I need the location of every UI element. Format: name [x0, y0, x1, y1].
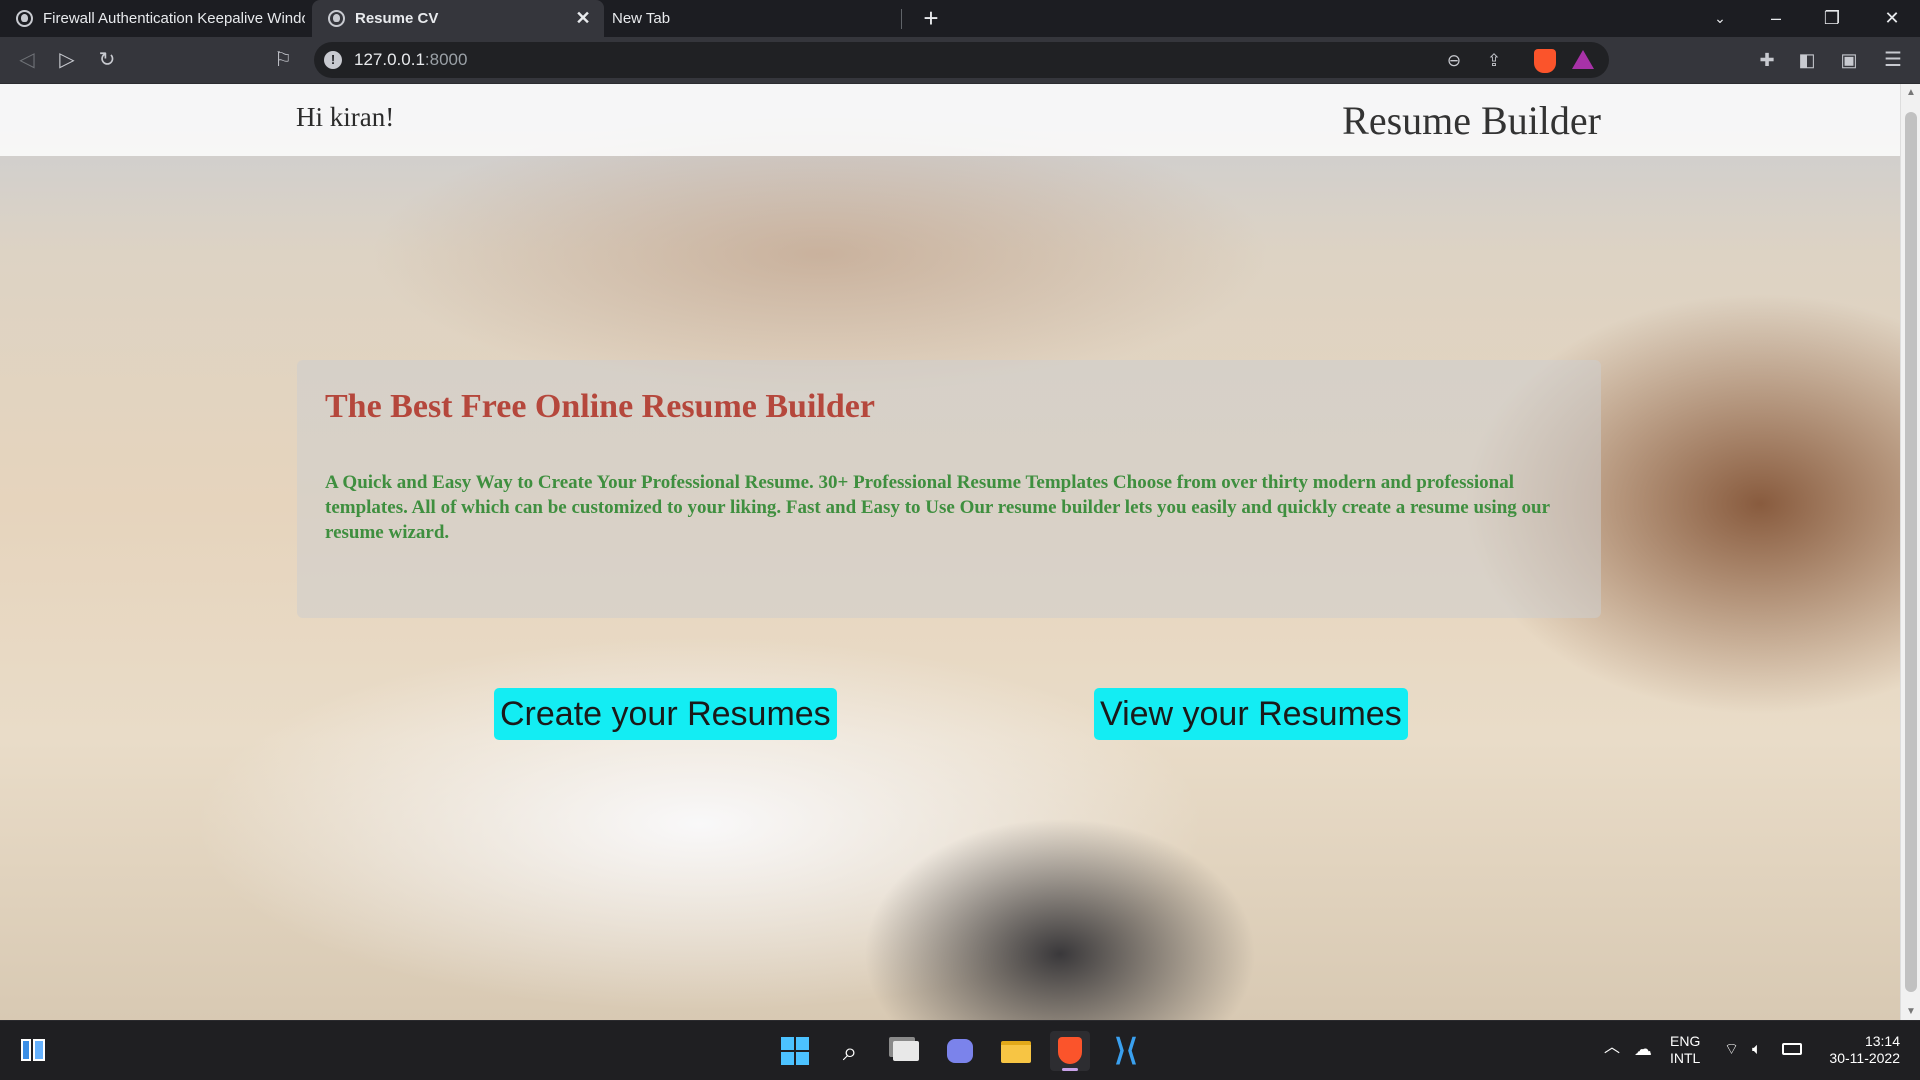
tab-search-chevron-icon[interactable]: ⌄ [1692, 0, 1748, 37]
create-resumes-button[interactable]: Create your Resumes [494, 688, 837, 740]
page-scrollbar[interactable]: ▲ ▼ [1900, 84, 1920, 1020]
tab-firewall-authentication[interactable]: Firewall Authentication Keepalive Window [0, 0, 312, 37]
task-view-icon[interactable] [886, 1031, 926, 1071]
clock[interactable]: 13:14 30-11-2022 [1820, 1033, 1900, 1067]
brave-browser-icon[interactable] [1050, 1031, 1090, 1071]
site-brand[interactable]: Resume Builder [1342, 97, 1601, 144]
taskbar: ⌕ ⟩⟨ ︿ ☁ ENG INTL ⌔ 🔈︎ 13:14 30-11-2022 [0, 1020, 1920, 1080]
url-text[interactable]: 127.0.0.1:8000 [354, 50, 467, 70]
sidebar-icon[interactable]: ◧ [1792, 45, 1822, 75]
start-icon[interactable] [775, 1031, 815, 1071]
reload-icon[interactable]: ↻ [92, 45, 122, 75]
browser-toolbar: ◁ ▷ ↻ ⚐ ! 127.0.0.1:8000 ⊖ ⇪ ✚ ◧ ▣ ☰ [0, 37, 1920, 84]
tab-new-tab[interactable]: New Tab [604, 0, 902, 37]
forward-icon[interactable]: ▷ [52, 45, 82, 75]
input-language-indicator[interactable]: ENG INTL [1670, 1033, 1700, 1067]
show-hidden-icons-chevron[interactable]: ︿ [1604, 1039, 1620, 1056]
scroll-up-icon[interactable]: ▲ [1906, 87, 1916, 98]
tab-resume-cv[interactable]: Resume CV ✕ [312, 0, 604, 37]
minimize-icon[interactable]: – [1748, 0, 1804, 37]
volume-icon[interactable]: 🔈︎ [1752, 1041, 1762, 1058]
wifi-icon[interactable]: ⌔ [1724, 1041, 1739, 1058]
site-header: Hi kiran! Resume Builder [0, 84, 1900, 156]
new-tab-plus-icon[interactable]: + [916, 3, 946, 33]
hero-description: A Quick and Easy Way to Create Your Prof… [325, 472, 1550, 543]
close-tab-icon[interactable]: ✕ [572, 7, 594, 29]
web-page: Hi kiran! Resume Builder The Best Free O… [0, 84, 1900, 1020]
teams-chat-icon[interactable] [940, 1031, 980, 1071]
wallet-icon[interactable]: ▣ [1834, 45, 1864, 75]
weather-cloud-icon[interactable]: ☁ [1634, 1040, 1652, 1058]
back-icon[interactable]: ◁ [12, 45, 42, 75]
close-window-icon[interactable]: ✕ [1864, 0, 1920, 37]
menu-icon[interactable]: ☰ [1878, 45, 1908, 75]
globe-icon [16, 10, 33, 27]
search-icon[interactable]: ⌕ [830, 1031, 870, 1071]
hero-card: The Best Free Online Resume Builder A Qu… [297, 360, 1601, 618]
vscode-icon[interactable]: ⟩⟨ [1106, 1031, 1146, 1071]
hero-title: The Best Free Online Resume Builder [325, 388, 875, 425]
restore-icon[interactable]: ❐ [1804, 0, 1860, 37]
zoom-icon[interactable]: ⊖ [1442, 49, 1466, 73]
browser-tab-strip: Firewall Authentication Keepalive Window… [0, 0, 1920, 37]
globe-icon [328, 10, 345, 27]
scrollbar-thumb[interactable] [1905, 112, 1917, 992]
tab-title: New Tab [612, 10, 671, 27]
site-info-icon[interactable]: ! [324, 51, 342, 69]
battery-icon[interactable] [1782, 1043, 1802, 1055]
address-bar[interactable]: ! 127.0.0.1:8000 ⊖ ⇪ [314, 42, 1609, 78]
bookmark-icon[interactable]: ⚐ [268, 45, 298, 75]
extensions-icon[interactable]: ✚ [1752, 45, 1782, 75]
tab-title: Firewall Authentication Keepalive Window [43, 10, 305, 27]
brave-rewards-icon[interactable] [1572, 50, 1594, 69]
view-resumes-button[interactable]: View your Resumes [1094, 688, 1408, 740]
user-greeting: Hi kiran! [296, 102, 395, 132]
file-explorer-icon[interactable] [996, 1031, 1036, 1071]
brave-shields-icon[interactable] [1534, 49, 1556, 73]
share-icon[interactable]: ⇪ [1482, 49, 1506, 73]
scroll-down-icon[interactable]: ▼ [1906, 1006, 1916, 1017]
tab-title: Resume CV [355, 10, 439, 27]
widgets-icon[interactable] [16, 1033, 50, 1067]
